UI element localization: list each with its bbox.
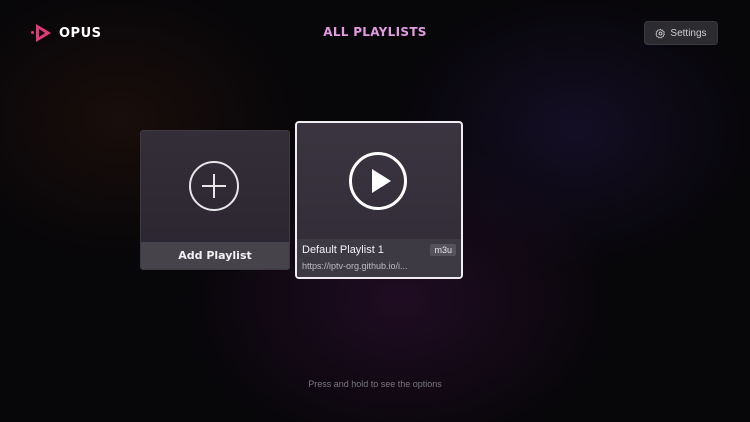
hint-text: Press and hold to see the options	[308, 379, 442, 389]
settings-label: Settings	[670, 27, 707, 39]
plus-circle-icon	[189, 161, 239, 211]
playlist-name: Default Playlist 1	[302, 244, 384, 256]
playlist-card[interactable]: Default Playlist 1 m3u https://iptv-org.…	[295, 121, 463, 279]
playlist-type-badge: m3u	[430, 244, 456, 256]
playlist-url: https://iptv-org.github.io/i...	[302, 261, 408, 271]
add-playlist-label: Add Playlist	[141, 242, 289, 269]
page-title: ALL PLAYLISTS	[323, 25, 427, 39]
playlist-card-footer: Default Playlist 1 m3u https://iptv-org.…	[297, 239, 461, 277]
gear-icon	[655, 28, 666, 38]
add-playlist-card[interactable]: Add Playlist	[140, 130, 290, 270]
play-circle-icon	[349, 152, 407, 210]
settings-button[interactable]: Settings	[644, 21, 718, 45]
